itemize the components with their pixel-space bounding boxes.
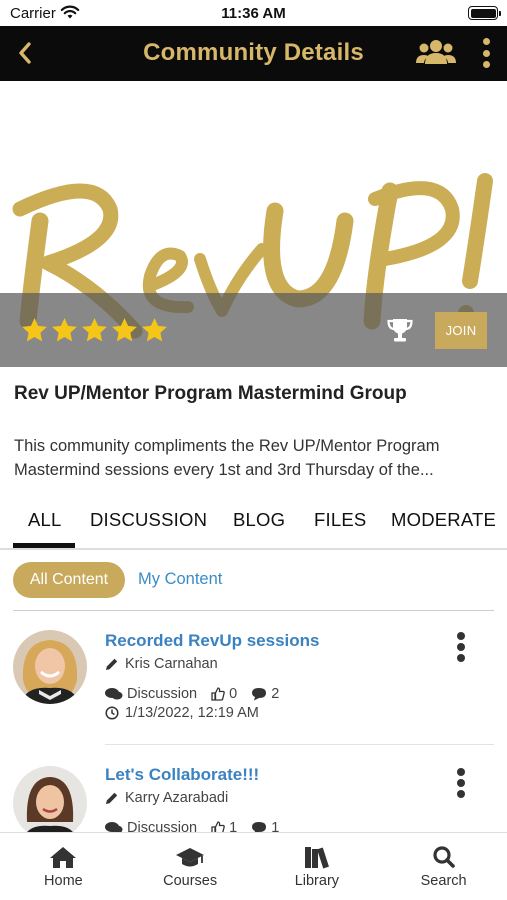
item-author: Karry Azarabadi: [105, 790, 228, 806]
clock: 11:36 AM: [221, 5, 286, 22]
item-title-link[interactable]: Let's Collaborate!!!: [105, 765, 259, 785]
comment-icon: [252, 822, 267, 832]
nav-library-label: Library: [294, 873, 340, 889]
rating-stars: [22, 318, 167, 343]
group-description-line: This community compliments the Rev UP/Me…: [14, 437, 440, 455]
content-tabs: ALL DISCUSSION BLOG FILES MODERATE: [0, 505, 507, 550]
item-meta: Discussion 0 2: [105, 686, 293, 702]
avatar: [13, 630, 87, 704]
comment-count[interactable]: 2: [251, 686, 279, 702]
nav-search[interactable]: Search: [380, 833, 507, 900]
home-icon: [50, 847, 77, 868]
avatar: [13, 766, 87, 832]
item-type-label: Discussion: [127, 820, 198, 832]
all-content-filter[interactable]: All Content: [13, 562, 125, 598]
status-bar: Carrier 11:36 AM: [0, 0, 507, 26]
tab-blog[interactable]: BLOG: [233, 509, 285, 531]
nav-home-label: Home: [44, 873, 83, 889]
comment-count-value: 1: [271, 820, 280, 832]
group-description-line: Mastermind sessions every 1st and 3rd Th…: [14, 461, 434, 479]
divider: [13, 610, 494, 611]
header-bar: Community Details: [0, 26, 507, 81]
item-type: Discussion: [105, 820, 197, 832]
join-button[interactable]: JOIN: [435, 312, 487, 349]
pencil-icon: [106, 792, 118, 804]
divider: [105, 744, 494, 745]
battery-icon: [468, 6, 501, 20]
active-tab-indicator: [13, 543, 75, 548]
item-title-link[interactable]: Recorded RevUp sessions: [105, 631, 319, 651]
comments-icon: [105, 822, 123, 832]
like-count[interactable]: 1: [211, 820, 237, 832]
nav-courses[interactable]: Courses: [127, 833, 254, 900]
nav-library[interactable]: Library: [254, 833, 381, 900]
item-more-button[interactable]: [455, 768, 467, 798]
trophy-icon[interactable]: [386, 316, 414, 344]
bottom-nav: Home Courses Library Search: [0, 832, 507, 900]
pencil-icon: [106, 658, 118, 670]
star-icon: [142, 318, 167, 342]
like-count-value: 0: [229, 686, 238, 702]
comment-count[interactable]: 1: [251, 820, 279, 832]
star-icon: [52, 318, 77, 342]
group-description: This community compliments the Rev UP/Me…: [14, 434, 494, 482]
item-date: 1/13/2022, 12:19 AM: [105, 705, 259, 721]
list-item[interactable]: Let's Collaborate!!! Karry Azarabadi Dis…: [0, 764, 507, 832]
my-content-filter[interactable]: My Content: [138, 570, 222, 589]
item-date-value: 1/13/2022, 12:19 AM: [125, 705, 259, 721]
search-icon: [433, 846, 455, 868]
item-type: Discussion: [105, 686, 197, 702]
tab-moderate[interactable]: MODERATE: [391, 509, 496, 531]
nav-home[interactable]: Home: [0, 833, 127, 900]
comment-count-value: 2: [271, 686, 280, 702]
star-icon: [82, 318, 107, 342]
users-icon[interactable]: [416, 38, 456, 66]
item-meta: Discussion 1 1: [105, 820, 293, 832]
star-icon: [112, 318, 137, 342]
graduation-cap-icon: [176, 848, 205, 867]
comment-icon: [252, 688, 267, 701]
more-options-button[interactable]: [476, 36, 496, 70]
item-author: Kris Carnahan: [105, 656, 218, 672]
community-banner: JOIN: [0, 81, 507, 367]
nav-courses-label: Courses: [163, 873, 218, 889]
like-count-value: 1: [229, 820, 238, 832]
thumbs-up-icon: [211, 687, 225, 701]
item-author-name: Kris Carnahan: [125, 656, 218, 672]
tab-all[interactable]: ALL: [28, 509, 62, 531]
comments-icon: [105, 688, 123, 700]
thumbs-up-icon: [211, 821, 225, 832]
group-name: Rev UP/Mentor Program Mastermind Group: [14, 383, 407, 404]
clock-icon: [105, 706, 119, 720]
tab-discussion[interactable]: DISCUSSION: [90, 509, 207, 531]
nav-search-label: Search: [420, 873, 467, 889]
star-icon: [22, 318, 47, 342]
item-author-name: Karry Azarabadi: [125, 790, 229, 806]
like-count[interactable]: 0: [211, 686, 237, 702]
item-type-label: Discussion: [127, 686, 198, 702]
item-more-button[interactable]: [455, 632, 467, 662]
tab-files[interactable]: FILES: [314, 509, 366, 531]
books-icon: [304, 847, 329, 869]
